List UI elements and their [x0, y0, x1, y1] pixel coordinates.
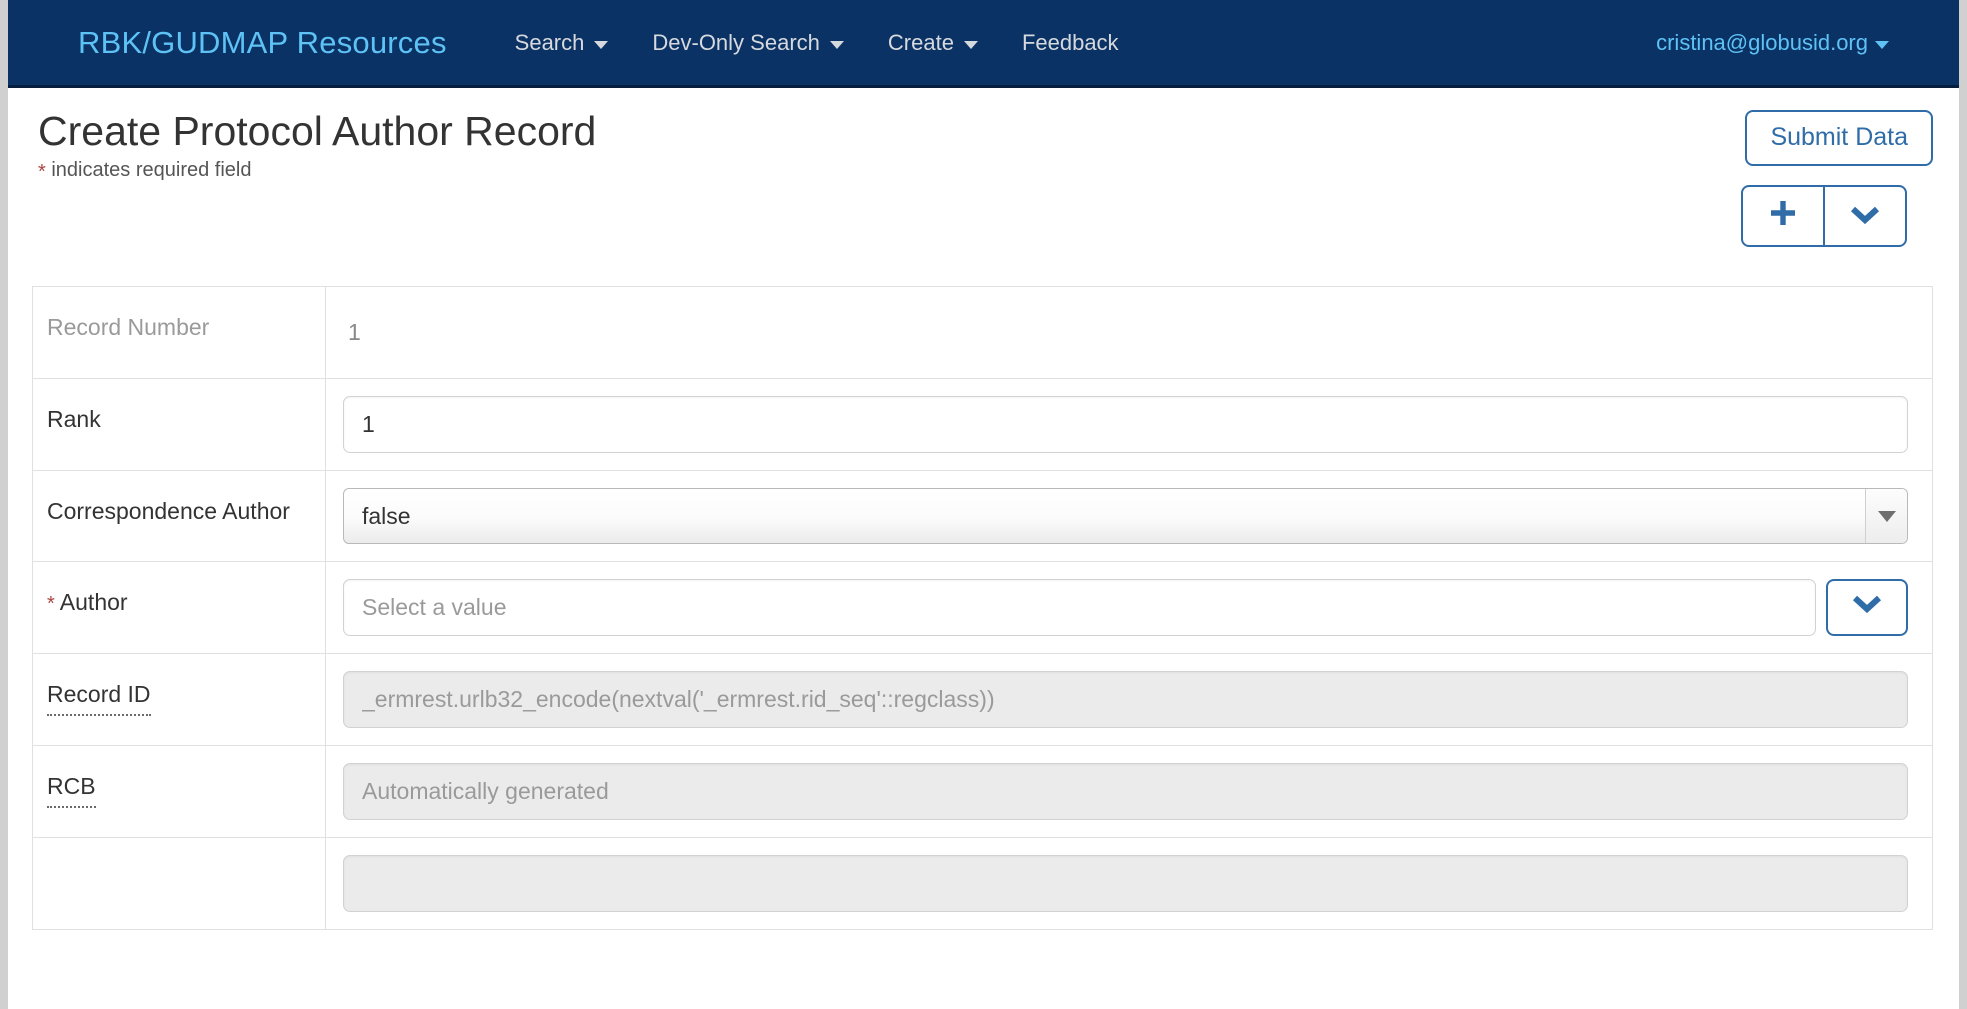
user-email-label: cristina@globusid.org: [1656, 29, 1868, 55]
chevron-down-icon: [1849, 205, 1881, 227]
field-control-rcb: [326, 746, 1932, 837]
field-control-record-id: [326, 654, 1932, 745]
form-row-rcb: RCB: [33, 746, 1932, 838]
add-record-button[interactable]: [1741, 184, 1824, 247]
author-picker-button[interactable]: [1826, 579, 1908, 636]
chevron-down-icon: [829, 40, 844, 49]
nav-item-label: Feedback: [1021, 29, 1119, 55]
nav-item-create[interactable]: Create: [866, 20, 1000, 66]
field-label-text[interactable]: RCB: [47, 771, 96, 808]
chevron-down-icon: [1851, 594, 1883, 621]
field-control-next-partial: [326, 838, 1932, 929]
correspondence-author-select[interactable]: false: [343, 488, 1908, 544]
form-row-author: * Author: [33, 562, 1932, 654]
nav-item-label: Search: [514, 29, 585, 55]
brand-title[interactable]: RBK/GUDMAP Resources: [78, 25, 447, 61]
field-label-next-partial: [33, 838, 326, 929]
field-label-text: Author: [59, 589, 128, 615]
page-header: Create Protocol Author Record * indicate…: [8, 88, 1959, 258]
field-label-rank: Rank: [33, 379, 326, 470]
required-asterisk: *: [47, 593, 55, 615]
form-row-record-number: Record Number 1: [33, 287, 1932, 379]
chevron-down-icon: [594, 40, 609, 49]
record-add-button-group: [1741, 184, 1907, 247]
field-control-author: [326, 562, 1932, 653]
field-label-text: Correspondence Author: [47, 498, 290, 524]
field-label-correspondence-author: Correspondence Author: [33, 471, 326, 561]
chevron-down-icon: [963, 40, 978, 49]
form-row-next-partial: [33, 838, 1932, 930]
nav-item-search[interactable]: Search: [493, 20, 631, 66]
caret-down-icon: [1875, 40, 1889, 49]
required-field-note: * indicates required field: [38, 159, 1959, 184]
field-label-author: * Author: [33, 562, 326, 653]
page-body: RBK/GUDMAP Resources Search Dev-Only Sea…: [8, 0, 1959, 1009]
field-label-text: Rank: [47, 406, 101, 432]
form-row-record-id: Record ID: [33, 654, 1932, 746]
nav-item-dev-only-search[interactable]: Dev-Only Search: [630, 20, 866, 66]
add-record-dropdown-button[interactable]: [1824, 184, 1907, 247]
navbar-menu: Search Dev-Only Search Create Feedback: [493, 20, 1141, 66]
field-label-text: Record Number: [47, 314, 210, 340]
submit-data-button[interactable]: Submit Data: [1745, 110, 1933, 166]
next-partial-input: [343, 855, 1908, 912]
correspondence-author-select-shell: false: [343, 488, 1908, 544]
form-row-rank: Rank: [33, 379, 1932, 471]
nav-item-label: Create: [887, 29, 954, 55]
field-label-text[interactable]: Record ID: [47, 679, 151, 716]
plus-icon: [1768, 198, 1798, 234]
rank-input[interactable]: [343, 396, 1908, 453]
top-navbar: RBK/GUDMAP Resources Search Dev-Only Sea…: [8, 0, 1959, 88]
page-title: Create Protocol Author Record: [38, 108, 597, 154]
author-input[interactable]: [343, 579, 1816, 636]
field-label-record-number: Record Number: [33, 287, 326, 378]
field-control-correspondence-author: false: [326, 471, 1932, 561]
browser-window-frame: RBK/GUDMAP Resources Search Dev-Only Sea…: [0, 0, 1967, 1009]
author-combo: [343, 579, 1908, 636]
field-label-record-id: Record ID: [33, 654, 326, 745]
header-actions: Submit Data: [1741, 110, 1933, 247]
form-row-correspondence-author: Correspondence Author false: [33, 471, 1932, 562]
field-control-rank: [326, 379, 1932, 470]
rcb-input: [343, 763, 1908, 820]
record-id-input: [343, 671, 1908, 728]
required-note-text: indicates required field: [51, 159, 252, 182]
field-label-rcb: RCB: [33, 746, 326, 837]
user-menu[interactable]: cristina@globusid.org: [1656, 30, 1889, 56]
record-form-table: Record Number 1 Rank Correspondence Auth…: [32, 286, 1933, 930]
nav-item-feedback[interactable]: Feedback: [1000, 20, 1141, 66]
nav-item-label: Dev-Only Search: [652, 29, 820, 55]
required-asterisk: *: [38, 161, 46, 184]
field-value-record-number: 1: [348, 319, 361, 345]
